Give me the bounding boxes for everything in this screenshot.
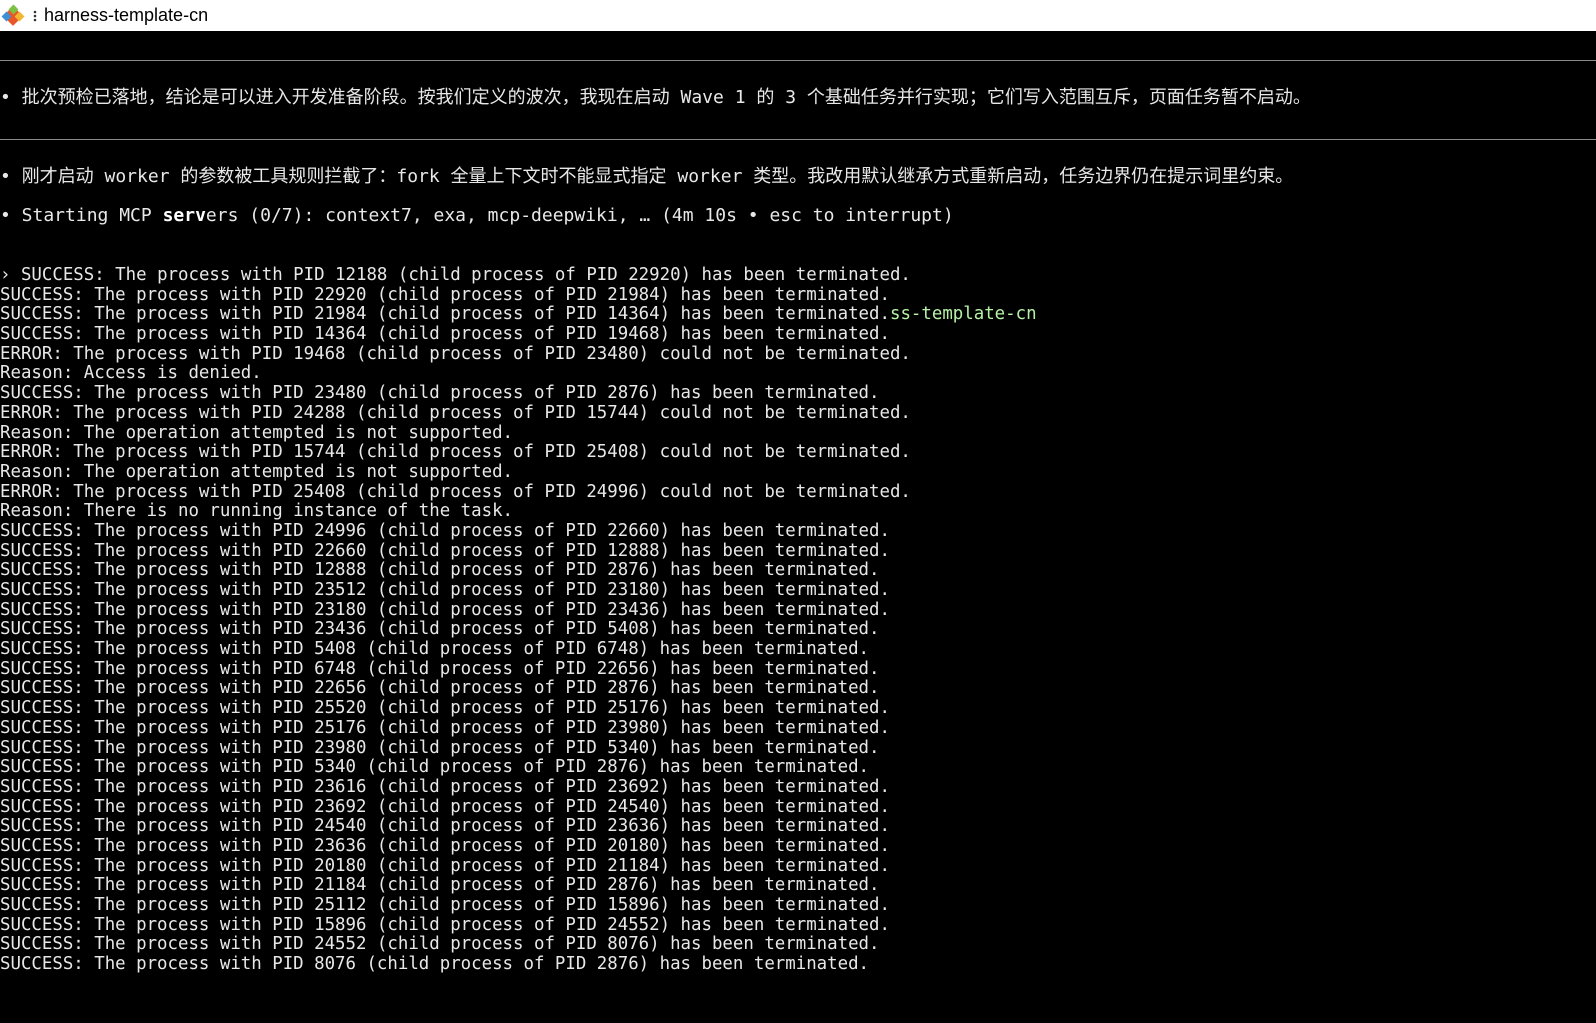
- log-line: SUCCESS: The process with PID 23636 (chi…: [0, 835, 890, 856]
- log-line: SUCCESS: The process with PID 20180 (chi…: [0, 855, 890, 876]
- status-suffix: ers (0/7): context7, exa, mcp-deepwiki, …: [205, 205, 954, 226]
- log-line: SUCCESS: The process with PID 8076 (chil…: [0, 954, 870, 975]
- log-line: SUCCESS: The process with PID 22656 (chi…: [0, 678, 880, 699]
- log-line: SUCCESS: The process with PID 23180 (chi…: [0, 599, 890, 620]
- log-line: SUCCESS: The process with PID 14364 (chi…: [0, 324, 890, 345]
- log-line: SUCCESS: The process with PID 12888 (chi…: [0, 560, 880, 581]
- log-line: Reason: Access is denied.: [0, 363, 262, 384]
- log-line: SUCCESS: The process with PID 22920 (chi…: [0, 284, 890, 305]
- log-line: SUCCESS: The process with PID 21184 (chi…: [0, 875, 880, 896]
- log-line: SUCCESS: The process with PID 24996 (chi…: [0, 520, 890, 541]
- log-line: ERROR: The process with PID 25408 (child…: [0, 481, 911, 502]
- divider: [0, 139, 1596, 140]
- log-line: SUCCESS: The process with PID 6748 (chil…: [0, 658, 880, 679]
- log-line: ERROR: The process with PID 19468 (child…: [0, 343, 911, 364]
- git-diamond-icon[interactable]: [0, 3, 26, 29]
- log-line: SUCCESS: The process with PID 23512 (chi…: [0, 580, 890, 600]
- vertical-dots-icon[interactable]: [30, 9, 40, 23]
- log-line: ERROR: The process with PID 24288 (child…: [0, 402, 911, 423]
- log-line: SUCCESS: The process with PID 24552 (chi…: [0, 934, 880, 955]
- log-text: SUCCESS: The process with PID 21984 (chi…: [0, 304, 890, 325]
- divider: [0, 60, 1596, 61]
- log-line: SUCCESS: The process with PID 24540 (chi…: [0, 816, 890, 837]
- log-line: SUCCESS: The process with PID 25176 (chi…: [0, 717, 890, 738]
- log-line: SUCCESS: The process with PID 23980 (chi…: [0, 737, 880, 758]
- log-text: SUCCESS: The process with PID 12188 (chi…: [20, 265, 911, 285]
- assistant-message: • 刚才启动 worker 的参数被工具规则拦截了：fork 全量上下文时不能显…: [0, 166, 1294, 187]
- terminal-output[interactable]: • 批次预检已落地，结论是可以进入开发准备阶段。按我们定义的波次，我现在启动 W…: [0, 31, 1596, 1023]
- log-line: SUCCESS: The process with PID 23692 (chi…: [0, 796, 890, 817]
- assistant-message: • 批次预检已落地，结论是可以进入开发准备阶段。按我们定义的波次，我现在启动 W…: [0, 87, 1311, 108]
- log-line: Reason: The operation attempted is not s…: [0, 461, 514, 482]
- log-line: SUCCESS: The process with PID 5408 (chil…: [0, 639, 870, 660]
- window-titlebar: harness-template-cn: [0, 0, 1596, 31]
- window-title: harness-template-cn: [44, 5, 209, 25]
- log-line: SUCCESS: The process with PID 21984 (chi…: [0, 305, 1037, 325]
- log-line: SUCCESS: The process with PID 23480 (chi…: [0, 383, 880, 404]
- mcp-status-line: • Starting MCP servers (0/7): context7, …: [0, 206, 954, 226]
- log-line: SUCCESS: The process with PID 22660 (chi…: [0, 540, 890, 561]
- log-line: Reason: The operation attempted is not s…: [0, 422, 514, 443]
- log-line: Reason: There is no running instance of …: [0, 501, 514, 522]
- log-line: SUCCESS: The process with PID 23436 (chi…: [0, 619, 880, 640]
- status-bold: serv: [162, 205, 206, 226]
- process-log: › SUCCESS: The process with PID 12188 (c…: [0, 265, 1037, 975]
- log-line: SUCCESS: The process with PID 23616 (chi…: [0, 776, 890, 797]
- log-line: SUCCESS: The process with PID 5340 (chil…: [0, 757, 870, 778]
- log-line: ERROR: The process with PID 15744 (child…: [0, 442, 911, 463]
- prompt-chevron-icon: ›: [0, 265, 21, 285]
- status-prefix: • Starting MCP: [0, 205, 163, 226]
- log-line: SUCCESS: The process with PID 25112 (chi…: [0, 895, 890, 915]
- log-line: › SUCCESS: The process with PID 12188 (c…: [0, 265, 1037, 286]
- overlay-text: ss-template-cn: [889, 304, 1037, 325]
- log-line: SUCCESS: The process with PID 15896 (chi…: [0, 914, 890, 935]
- log-line: SUCCESS: The process with PID 25520 (chi…: [0, 698, 890, 719]
